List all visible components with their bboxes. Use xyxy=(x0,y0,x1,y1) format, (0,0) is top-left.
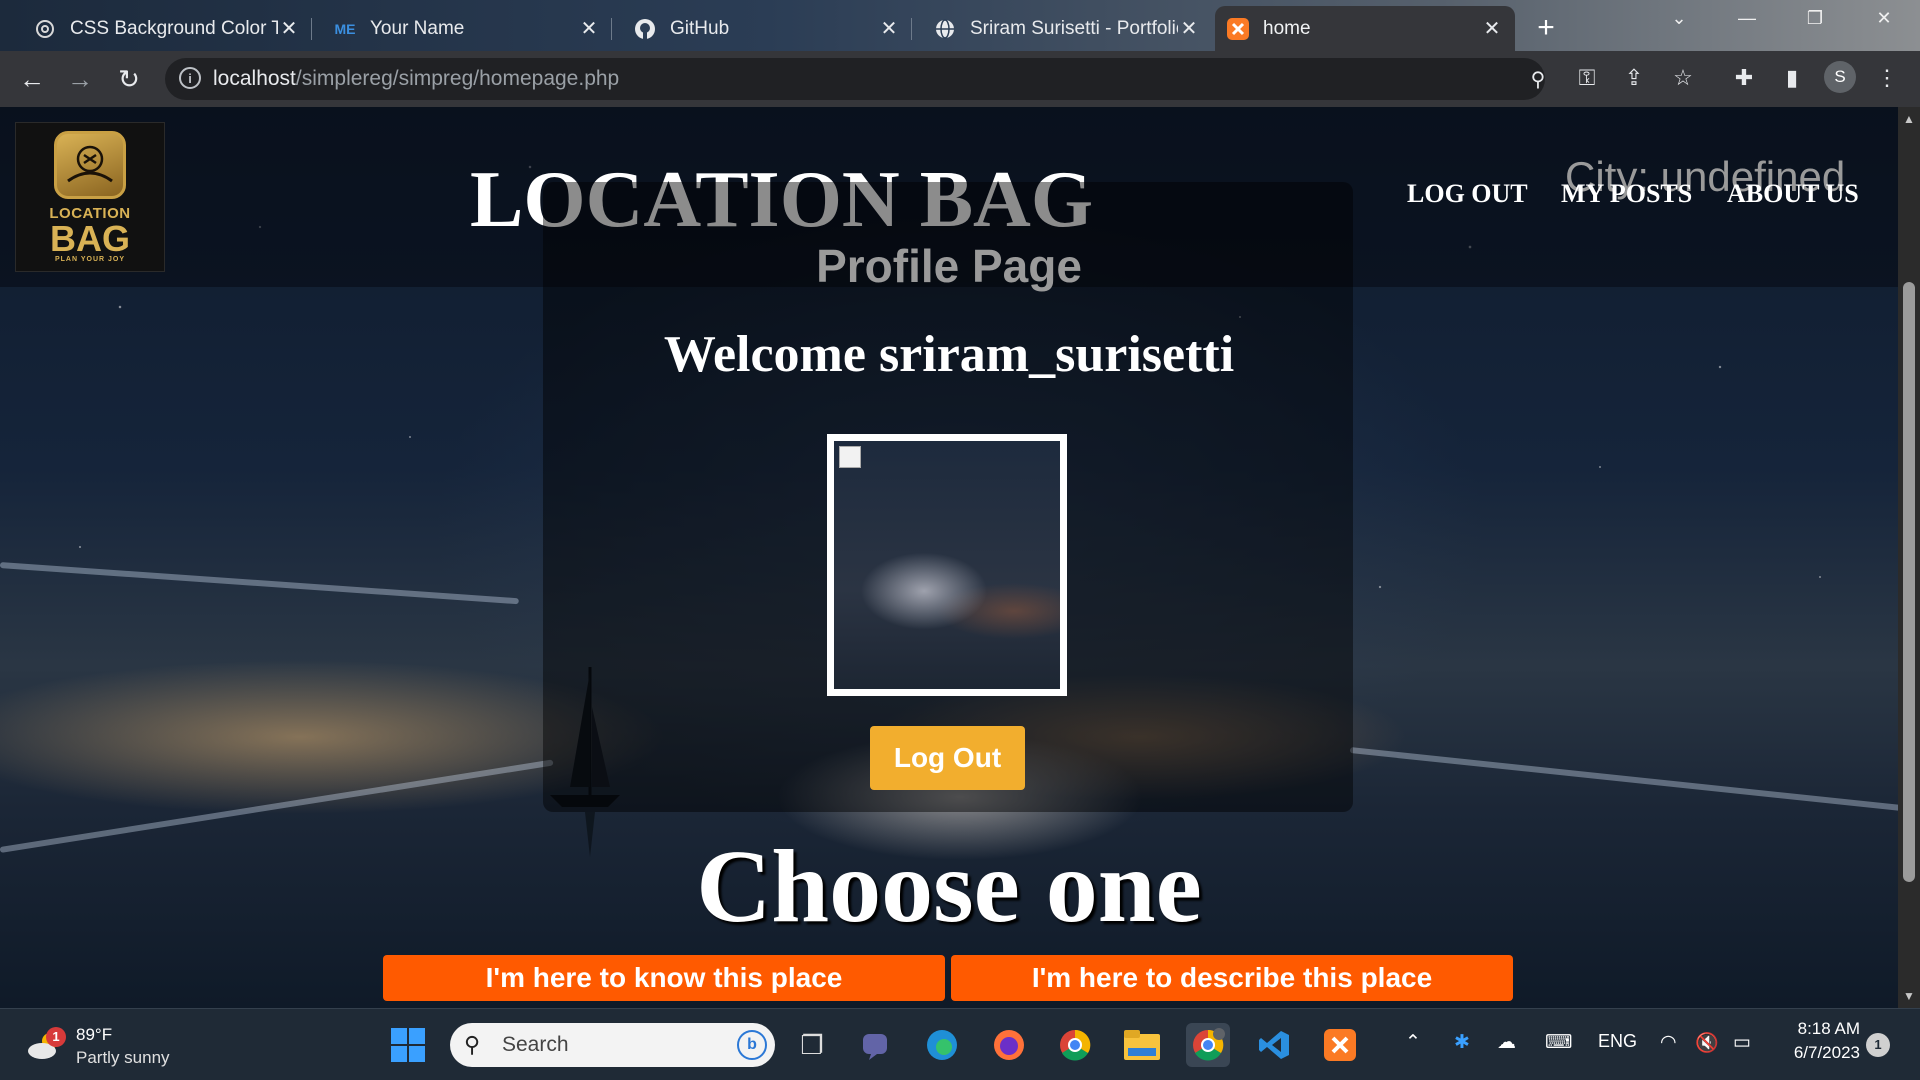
windows-start-icon[interactable] xyxy=(386,1023,430,1067)
broken-image-icon xyxy=(839,446,861,468)
profile-picture xyxy=(827,434,1067,696)
describe-place-button[interactable]: I'm here to describe this place xyxy=(951,955,1513,1001)
close-tab-icon[interactable]: ✕ xyxy=(578,16,600,41)
tab-title: home xyxy=(1263,17,1311,39)
bookmark-star-icon[interactable]: ☆ xyxy=(1668,63,1698,93)
nav-about-us-link[interactable]: ABOUT US xyxy=(1727,179,1859,209)
github-icon xyxy=(634,18,656,40)
teams-chat-icon[interactable] xyxy=(855,1023,899,1067)
bluetooth-icon[interactable]: ✱ xyxy=(1454,1031,1470,1054)
me-icon: ME xyxy=(334,20,356,37)
onedrive-cloud-icon[interactable]: ☁ xyxy=(1497,1031,1516,1054)
profile-avatar[interactable]: S xyxy=(1824,61,1856,93)
firefox-icon[interactable] xyxy=(987,1023,1031,1067)
search-icon: ⚲ xyxy=(464,1032,481,1057)
xampp-taskbar-icon[interactable] xyxy=(1318,1023,1362,1067)
close-tab-icon[interactable]: ✕ xyxy=(278,16,300,41)
weather-condition-text: Partly sunny xyxy=(76,1048,170,1067)
welcome-message: Welcome sriram_surisetti xyxy=(663,326,1235,383)
taskbar-search[interactable]: ⚲ Search b xyxy=(450,1023,775,1067)
reload-button[interactable]: ↻ xyxy=(113,64,145,96)
extensions-puzzle-icon[interactable]: ✚ xyxy=(1729,63,1759,93)
show-hidden-icons-chevron-icon[interactable]: ⌃ xyxy=(1405,1031,1421,1054)
new-tab-button[interactable]: + xyxy=(1528,10,1564,46)
windows-taskbar: 1 89°F Partly sunny ⚲ Search b ❐ ⌃ ✱ ☁ ⌨… xyxy=(0,1008,1920,1080)
restore-button[interactable]: ❐ xyxy=(1797,8,1833,38)
menu-kebab-icon[interactable]: ⋮ xyxy=(1872,63,1902,93)
site-info-icon[interactable]: i xyxy=(179,67,201,89)
chrome-icon[interactable] xyxy=(1053,1023,1097,1067)
choose-heading: Choose one xyxy=(696,829,1202,944)
tab-portfolio[interactable]: Sriram Surisetti - Portfolio ✕ xyxy=(922,6,1212,51)
tab-home[interactable]: home ✕ xyxy=(1215,6,1515,51)
keyboard-icon[interactable]: ⌨ xyxy=(1545,1031,1572,1054)
page-viewport: LOCATION BAG PLAN YOUR JOY LOCATION BAG … xyxy=(0,107,1898,1008)
close-window-button[interactable]: ✕ xyxy=(1866,8,1902,38)
temperature-text: 89°F xyxy=(76,1025,113,1044)
tab-css-background[interactable]: CSS Background Color Tra ✕ xyxy=(22,6,312,51)
notification-badge[interactable]: 1 xyxy=(1866,1033,1890,1057)
date-text: 6/7/2023 xyxy=(1793,1043,1860,1062)
language-indicator[interactable]: ENG xyxy=(1598,1031,1637,1052)
tab-github[interactable]: GitHub ✕ xyxy=(622,6,912,51)
scroll-down-arrow-icon[interactable]: ▼ xyxy=(1898,986,1920,1006)
tab-your-name[interactable]: ME Your Name ✕ xyxy=(322,6,612,51)
tab-search-chevron-icon[interactable]: ⌄ xyxy=(1661,8,1697,38)
file-explorer-icon[interactable] xyxy=(1120,1023,1164,1067)
share-icon[interactable]: ⇪ xyxy=(1619,63,1649,93)
scroll-up-arrow-icon[interactable]: ▲ xyxy=(1898,109,1920,129)
volume-muted-icon[interactable]: 🔇 xyxy=(1695,1031,1719,1055)
chatgpt-icon xyxy=(34,18,56,40)
time-text: 8:18 AM xyxy=(1797,1019,1860,1038)
side-panel-icon[interactable]: ▮ xyxy=(1777,63,1807,93)
tab-title: GitHub xyxy=(670,17,730,39)
task-view-icon[interactable]: ❐ xyxy=(790,1023,834,1067)
minimize-button[interactable]: — xyxy=(1729,8,1765,38)
logout-button[interactable]: Log Out xyxy=(870,726,1025,790)
page-scrollbar[interactable]: ▲ ▼ xyxy=(1898,107,1920,1008)
globe-icon xyxy=(934,18,956,40)
nav-logout-link[interactable]: LOG OUT xyxy=(1407,179,1528,209)
edge-icon[interactable] xyxy=(920,1023,964,1067)
logo-emblem-icon xyxy=(54,131,126,199)
weather-widget[interactable]: 1 89°F Partly sunny xyxy=(26,1021,226,1071)
back-button[interactable]: ← xyxy=(16,64,48,96)
wifi-icon[interactable]: ◠ xyxy=(1660,1031,1677,1054)
close-tab-icon[interactable]: ✕ xyxy=(1178,16,1200,41)
tab-strip: CSS Background Color Tra ✕ ME Your Name … xyxy=(0,0,1920,51)
close-tab-icon[interactable]: ✕ xyxy=(878,16,900,41)
battery-charging-icon[interactable]: ▭ xyxy=(1733,1031,1751,1054)
close-tab-icon[interactable]: ✕ xyxy=(1481,16,1503,41)
address-bar[interactable]: i localhost/simplereg/simpreg/homepage.p… xyxy=(165,58,1545,100)
search-placeholder: Search xyxy=(502,1033,569,1056)
nav-my-posts-link[interactable]: MY POSTS xyxy=(1561,179,1692,209)
url-text[interactable]: localhost/simplereg/simpreg/homepage.php xyxy=(213,67,619,91)
clock[interactable]: 8:18 AM 6/7/2023 xyxy=(1780,1017,1860,1065)
key-icon[interactable]: ⚿ xyxy=(1572,63,1602,93)
vscode-icon[interactable] xyxy=(1252,1023,1296,1067)
know-place-button[interactable]: I'm here to know this place xyxy=(383,955,945,1001)
xampp-icon xyxy=(1227,17,1249,40)
scrollbar-thumb[interactable] xyxy=(1903,282,1915,882)
tab-title: Your Name xyxy=(370,17,465,39)
profile-page-heading: Profile Page xyxy=(816,240,1082,292)
tab-title: Sriram Surisetti - Portfolio xyxy=(970,17,1178,39)
forward-button[interactable]: → xyxy=(64,64,96,96)
chrome-profile-icon[interactable] xyxy=(1186,1023,1230,1067)
weather-alert-badge: 1 xyxy=(46,1027,66,1047)
bing-icon[interactable]: b xyxy=(737,1030,767,1060)
location-pin-icon[interactable]: ⚲ xyxy=(1525,67,1551,93)
tab-title: CSS Background Color Tra xyxy=(70,17,278,39)
